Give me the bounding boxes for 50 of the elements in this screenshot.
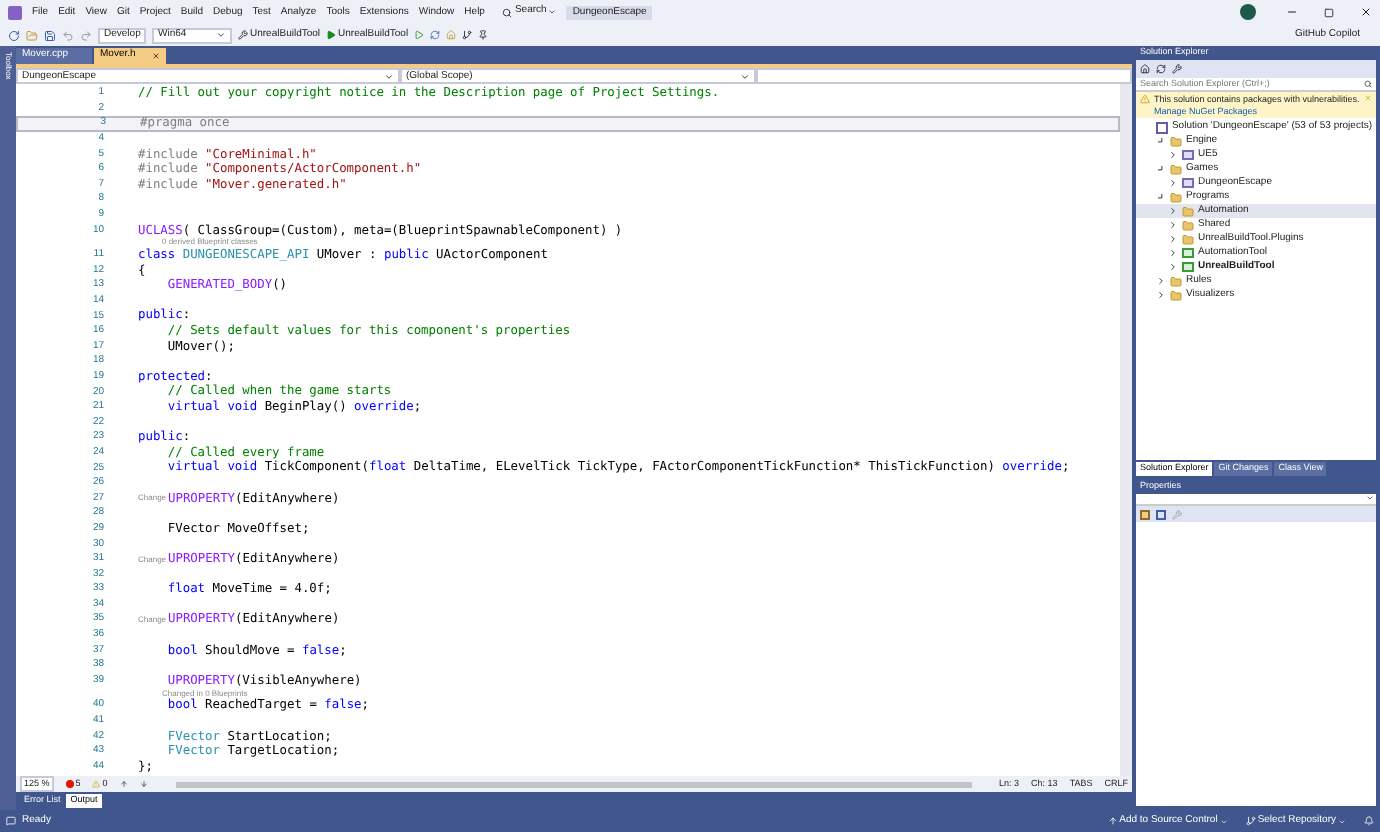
folder-icon <box>1170 135 1182 147</box>
close-icon[interactable] <box>1360 6 1372 18</box>
refresh-icon[interactable] <box>430 30 441 40</box>
notification-icon[interactable] <box>1364 816 1374 826</box>
expander-icon[interactable] <box>1168 262 1178 272</box>
redo-icon[interactable] <box>80 29 92 41</box>
expander-icon[interactable] <box>1168 206 1178 216</box>
up-arrow-icon <box>1107 816 1118 826</box>
wrench-icon <box>238 30 248 40</box>
save-icon[interactable] <box>44 29 56 41</box>
search-icon <box>502 7 513 17</box>
expander-icon[interactable] <box>1168 150 1178 160</box>
error-icon <box>65 780 74 788</box>
expander-icon[interactable] <box>1168 178 1178 188</box>
repository-icon <box>1245 816 1256 826</box>
folder-icon <box>1170 163 1182 175</box>
minimize-icon[interactable] <box>1286 6 1298 18</box>
warning-icon <box>92 780 101 788</box>
play-icon <box>326 30 337 40</box>
expander-icon[interactable] <box>1153 161 1169 177</box>
undo-icon[interactable] <box>62 29 74 41</box>
caret-icon <box>740 71 750 81</box>
expander-icon[interactable] <box>1153 133 1169 149</box>
branch-icon[interactable] <box>462 30 473 40</box>
expander-icon[interactable] <box>1168 248 1178 258</box>
search-icon <box>1364 80 1372 88</box>
play-outline-icon[interactable] <box>414 30 425 40</box>
output-icon <box>6 816 16 826</box>
wrench-icon[interactable] <box>1172 64 1182 74</box>
avatar[interactable] <box>1240 4 1256 20</box>
expander-icon[interactable] <box>1153 189 1169 205</box>
up-arrow-icon[interactable] <box>119 780 128 788</box>
horizontal-scrollbar[interactable] <box>175 781 972 787</box>
expander-icon[interactable] <box>1168 234 1178 244</box>
app-logo-icon <box>8 5 22 19</box>
code-editor[interactable] <box>16 84 1132 776</box>
sync-icon[interactable] <box>1156 64 1166 74</box>
caret-icon <box>384 71 394 81</box>
expander-icon[interactable] <box>1156 276 1166 286</box>
home-icon[interactable] <box>1140 64 1150 74</box>
pin-icon[interactable] <box>478 30 489 40</box>
maximize-icon[interactable] <box>1324 7 1334 17</box>
project-icon <box>1182 178 1194 188</box>
warning-icon <box>1140 94 1150 104</box>
down-arrow-icon[interactable] <box>139 780 148 788</box>
expander-icon[interactable] <box>1168 220 1178 230</box>
expander-icon[interactable] <box>1156 290 1166 300</box>
project-icon <box>1182 150 1194 160</box>
caret-icon <box>216 30 226 40</box>
solution-icon <box>1155 121 1168 133</box>
